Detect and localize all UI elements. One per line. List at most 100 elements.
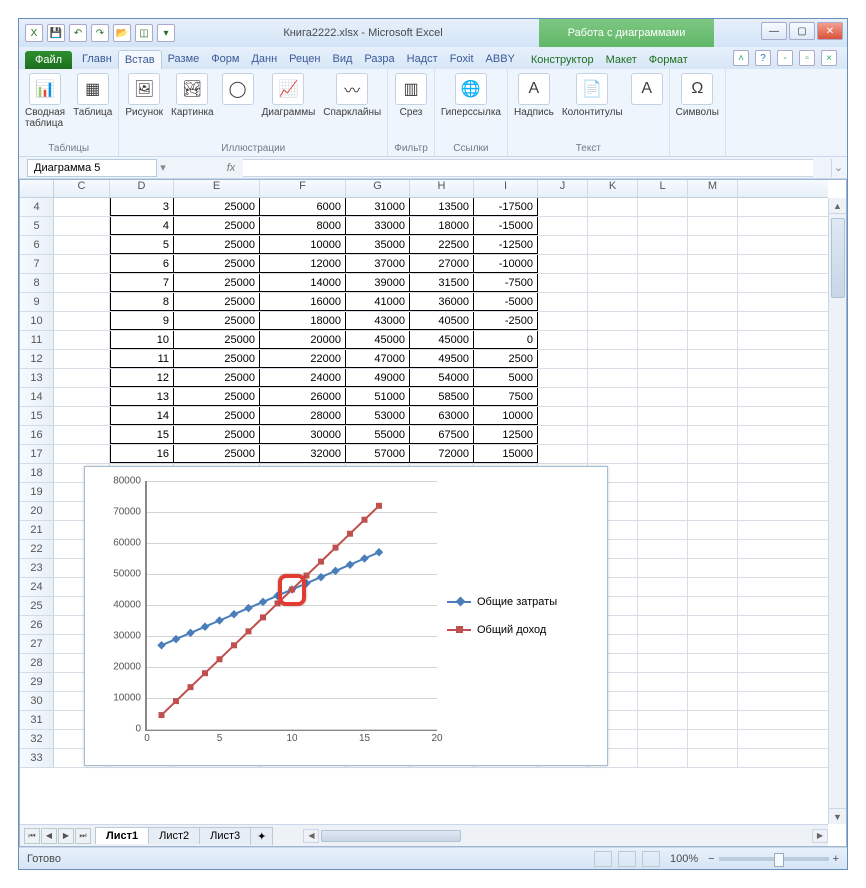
- cell[interactable]: -12500: [474, 236, 538, 254]
- cell[interactable]: [688, 692, 738, 710]
- cell[interactable]: 63000: [410, 407, 474, 425]
- cell[interactable]: [688, 559, 738, 577]
- row-header[interactable]: 15: [20, 407, 54, 426]
- maximize-button[interactable]: ▢: [789, 22, 815, 40]
- cell[interactable]: [538, 407, 588, 425]
- cell[interactable]: [538, 426, 588, 444]
- cell[interactable]: 6000: [260, 198, 346, 216]
- cell[interactable]: 26000: [260, 388, 346, 406]
- ribbon-button[interactable]: 📈Диаграммы: [262, 73, 316, 118]
- row-header[interactable]: 31: [20, 711, 54, 730]
- ribbon-button[interactable]: 📄Колонтитулы: [562, 73, 623, 118]
- ribbon-button[interactable]: 🌐Гиперссылка: [441, 73, 501, 118]
- row-header[interactable]: 20: [20, 502, 54, 521]
- cell[interactable]: 16000: [260, 293, 346, 311]
- ribbon-tab[interactable]: Вид: [327, 50, 359, 69]
- chart-plot-area[interactable]: 0100002000030000400005000060000700008000…: [145, 481, 437, 731]
- cell[interactable]: 3: [110, 198, 174, 216]
- column-header[interactable]: E: [174, 180, 260, 197]
- cell[interactable]: [588, 388, 638, 406]
- cell[interactable]: [538, 255, 588, 273]
- cell[interactable]: [638, 502, 688, 520]
- cell[interactable]: 12000: [260, 255, 346, 273]
- cell[interactable]: [54, 350, 110, 368]
- cell[interactable]: 37000: [346, 255, 410, 273]
- cell[interactable]: [688, 654, 738, 672]
- cell[interactable]: 49500: [410, 350, 474, 368]
- cell[interactable]: 49000: [346, 369, 410, 387]
- cell[interactable]: [688, 350, 738, 368]
- cell[interactable]: [688, 502, 738, 520]
- cell[interactable]: -2500: [474, 312, 538, 330]
- cell[interactable]: 24000: [260, 369, 346, 387]
- cell[interactable]: [688, 331, 738, 349]
- cell[interactable]: [638, 198, 688, 216]
- cell[interactable]: [638, 730, 688, 748]
- cell[interactable]: 47000: [346, 350, 410, 368]
- row-header[interactable]: 7: [20, 255, 54, 274]
- cell[interactable]: [54, 312, 110, 330]
- ribbon-tab[interactable]: Главн: [76, 50, 118, 69]
- cell[interactable]: [54, 369, 110, 387]
- cell[interactable]: [588, 255, 638, 273]
- cell[interactable]: 8: [110, 293, 174, 311]
- hscroll-left-icon[interactable]: ◀: [303, 829, 319, 843]
- scroll-thumb[interactable]: [831, 218, 845, 298]
- cell[interactable]: 35000: [346, 236, 410, 254]
- cell[interactable]: 25000: [174, 445, 260, 463]
- cell[interactable]: -10000: [474, 255, 538, 273]
- hscroll-thumb[interactable]: [321, 830, 461, 842]
- ribbon-button[interactable]: ▦Таблица: [73, 73, 112, 118]
- cell[interactable]: [638, 388, 688, 406]
- cell[interactable]: [688, 635, 738, 653]
- cell[interactable]: [54, 236, 110, 254]
- row-header[interactable]: 32: [20, 730, 54, 749]
- cell[interactable]: [638, 255, 688, 273]
- cell[interactable]: [638, 521, 688, 539]
- row-header[interactable]: 4: [20, 198, 54, 217]
- ribbon-button[interactable]: A: [631, 73, 663, 105]
- cell[interactable]: [638, 274, 688, 292]
- cell[interactable]: [638, 559, 688, 577]
- cell[interactable]: -17500: [474, 198, 538, 216]
- cell[interactable]: 25000: [174, 407, 260, 425]
- doc-restore-icon[interactable]: ▫: [799, 50, 815, 66]
- row-header[interactable]: 9: [20, 293, 54, 312]
- redo-icon[interactable]: ↷: [91, 24, 109, 42]
- cell[interactable]: [688, 616, 738, 634]
- cell[interactable]: 18000: [260, 312, 346, 330]
- cell[interactable]: [688, 217, 738, 235]
- cell[interactable]: [588, 350, 638, 368]
- cell[interactable]: 55000: [346, 426, 410, 444]
- cell[interactable]: [638, 445, 688, 463]
- cell[interactable]: 25000: [174, 198, 260, 216]
- cell[interactable]: 14: [110, 407, 174, 425]
- hscroll-right-icon[interactable]: ▶: [812, 829, 828, 843]
- cell[interactable]: 58500: [410, 388, 474, 406]
- cell[interactable]: [538, 198, 588, 216]
- cell[interactable]: 72000: [410, 445, 474, 463]
- row-header[interactable]: 30: [20, 692, 54, 711]
- cell[interactable]: 20000: [260, 331, 346, 349]
- row-header[interactable]: 11: [20, 331, 54, 350]
- sheet-nav-last-icon[interactable]: ⏭: [75, 828, 91, 844]
- row-header[interactable]: 6: [20, 236, 54, 255]
- context-tab[interactable]: Формат: [643, 51, 694, 69]
- ribbon-tab[interactable]: Надст: [401, 50, 444, 69]
- column-header[interactable]: F: [260, 180, 346, 197]
- cell[interactable]: [638, 407, 688, 425]
- cell[interactable]: [54, 293, 110, 311]
- cell[interactable]: 40500: [410, 312, 474, 330]
- cell[interactable]: [54, 426, 110, 444]
- row-header[interactable]: 8: [20, 274, 54, 293]
- row-header[interactable]: 33: [20, 749, 54, 768]
- column-header[interactable]: H: [410, 180, 474, 197]
- cell[interactable]: 25000: [174, 369, 260, 387]
- cell[interactable]: [538, 293, 588, 311]
- cell[interactable]: [688, 540, 738, 558]
- cell[interactable]: [638, 711, 688, 729]
- cell[interactable]: 36000: [410, 293, 474, 311]
- zoom-slider[interactable]: [719, 857, 829, 861]
- row-header[interactable]: 12: [20, 350, 54, 369]
- cell[interactable]: [688, 597, 738, 615]
